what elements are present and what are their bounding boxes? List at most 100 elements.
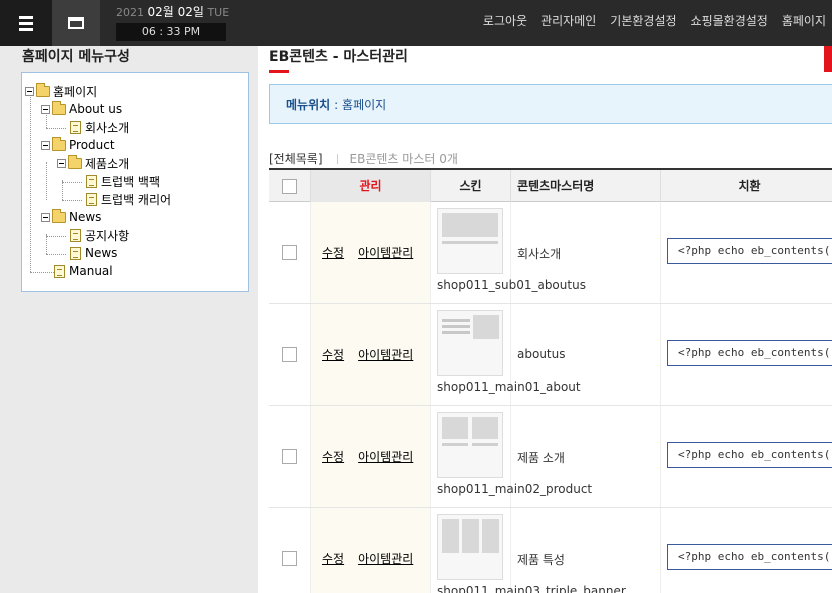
collapse-icon[interactable] [57,158,66,168]
skin-thumbnail [437,514,503,580]
top-nav: 로그아웃 관리자메인 기본환경설정 쇼핑몰환경설정 홈페이지 [483,0,826,40]
column-header-skin: 스킨 [431,170,511,202]
layout-thumbnail-icon [442,315,499,339]
edit-link[interactable]: 수정 [322,346,344,363]
list-tabs: [전체목록] EB콘텐츠 마스터 0개 [269,150,458,167]
tab-count[interactable]: EB콘텐츠 마스터 0개 [350,150,458,167]
folder-icon [52,100,66,115]
edit-link[interactable]: 수정 [322,448,344,465]
date-display: 2021 02월 02일 TUE 06 : 33 PM [116,3,236,41]
replace-code-field[interactable]: <?php echo eb_contents('1 [667,238,832,264]
tree-label: Product [69,138,115,152]
main-content: EB콘텐츠 - 마스터관리 메뉴위치 : 홈페이지 [전체목록] EB콘텐츠 마… [258,46,832,593]
layout-thumbnail-icon [442,213,498,244]
location-value: : 홈페이지 [334,97,387,112]
year: 2021 [116,6,144,19]
tree-label: 트럽백 백팩 [101,174,161,189]
logout-link[interactable]: 로그아웃 [483,12,527,29]
menu-icon[interactable] [0,0,52,46]
page-title: EB콘텐츠 - 마스터관리 [269,49,408,65]
master-name: 제품 소개 [517,451,565,465]
tree-label: 홈페이지 [53,84,98,99]
sidebar: 홈페이지 메뉴구성 홈페이지 About us 회사소개 Product 제품소… [0,46,258,593]
tab-all[interactable]: [전체목록] [269,150,323,167]
tree-node-carrier[interactable]: 트럽백 캐리어 [84,191,171,207]
tree-node-manual[interactable]: Manual [52,263,113,279]
tree-node-aboutus[interactable]: About us [41,100,123,117]
window-icon[interactable] [52,0,100,46]
tree-node-backpack[interactable]: 트럽백 백팩 [84,173,160,189]
row-checkbox[interactable] [282,551,297,566]
document-icon [70,228,81,242]
master-name: 제품 특성 [517,553,565,567]
row-checkbox[interactable] [282,347,297,362]
collapse-icon[interactable] [25,86,34,96]
tree-node-home[interactable]: 홈페이지 [25,82,98,99]
folder-icon [52,208,66,223]
tree-node-product[interactable]: Product [41,136,115,153]
row-checkbox[interactable] [282,449,297,464]
tree-label: 회사소개 [85,120,130,135]
collapse-icon[interactable] [41,140,50,150]
tree-label: News [85,246,118,260]
document-icon [54,264,65,278]
top-bar: 2021 02월 02일 TUE 06 : 33 PM 로그아웃 관리자메인 기… [0,0,832,46]
select-all-cell [269,170,311,202]
edit-link[interactable]: 수정 [322,244,344,261]
column-header-manage: 관리 [311,170,431,202]
replace-code-field[interactable]: <?php echo eb_contents('1 [667,340,832,366]
folder-icon [52,136,66,151]
collapse-icon[interactable] [41,212,50,222]
document-icon [70,120,81,134]
item-manage-link[interactable]: 아이템관리 [358,244,413,261]
layout-thumbnail-icon [442,417,498,446]
table-row: 수정 아이템관리 shop011_main03_triple_banner 제품… [269,508,832,593]
sidebar-title: 홈페이지 메뉴구성 [22,49,130,65]
weekday: TUE [207,6,230,19]
master-table: 관리 스킨 콘텐츠마스터명 치환 수정 아이템관리 shop011_sub01_… [269,168,832,593]
tree-node-company[interactable]: 회사소개 [68,119,129,135]
tree-label: 제품소개 [85,156,130,171]
folder-icon [36,82,50,97]
homepage-link[interactable]: 홈페이지 [782,12,826,29]
table-row: 수정 아이템관리 shop011_main02_product 제품 소개 <?… [269,406,832,508]
tab-divider [336,153,338,164]
layout-thumbnail-icon [442,519,499,553]
tree-label: About us [69,102,123,116]
select-all-checkbox[interactable] [282,179,297,194]
location-box: 메뉴위치 : 홈페이지 [269,84,832,124]
item-manage-link[interactable]: 아이템관리 [358,346,413,363]
tree-label: News [69,210,102,224]
tree-node-news[interactable]: News [41,208,102,225]
tree-node-news-doc[interactable]: News [68,245,117,261]
table-header: 관리 스킨 콘텐츠마스터명 치환 [269,168,832,202]
title-underline [269,70,289,73]
replace-code-field[interactable]: <?php echo eb_contents('1 [667,442,832,468]
table-row: 수정 아이템관리 shop011_sub01_aboutus 회사소개 <?ph… [269,202,832,304]
time-display: 06 : 33 PM [116,23,226,41]
document-icon [70,246,81,260]
master-name: aboutus [517,347,566,361]
document-icon [86,192,97,206]
basic-settings-link[interactable]: 기본환경설정 [610,12,676,29]
collapse-icon[interactable] [41,104,50,114]
menu-tree: 홈페이지 About us 회사소개 Product 제품소개 트럽백 백팩 트… [21,72,249,292]
item-manage-link[interactable]: 아이템관리 [358,448,413,465]
skin-thumbnail [437,310,503,376]
master-name: 회사소개 [517,247,562,261]
item-manage-link[interactable]: 아이템관리 [358,550,413,567]
red-side-marker [824,46,832,72]
shop-settings-link[interactable]: 쇼핑몰환경설정 [691,12,768,29]
document-icon [86,174,97,188]
tree-label: 트럽백 캐리어 [101,192,172,207]
skin-thumbnail [437,208,503,274]
admin-main-link[interactable]: 관리자메인 [541,12,596,29]
date: 02월 02일 [147,5,204,19]
column-header-master-name: 콘텐츠마스터명 [511,170,661,202]
tree-node-product-intro[interactable]: 제품소개 [57,154,130,171]
tree-label: Manual [69,264,113,278]
edit-link[interactable]: 수정 [322,550,344,567]
row-checkbox[interactable] [282,245,297,260]
tree-node-notice[interactable]: 공지사항 [68,227,129,243]
replace-code-field[interactable]: <?php echo eb_contents('1 [667,544,832,570]
